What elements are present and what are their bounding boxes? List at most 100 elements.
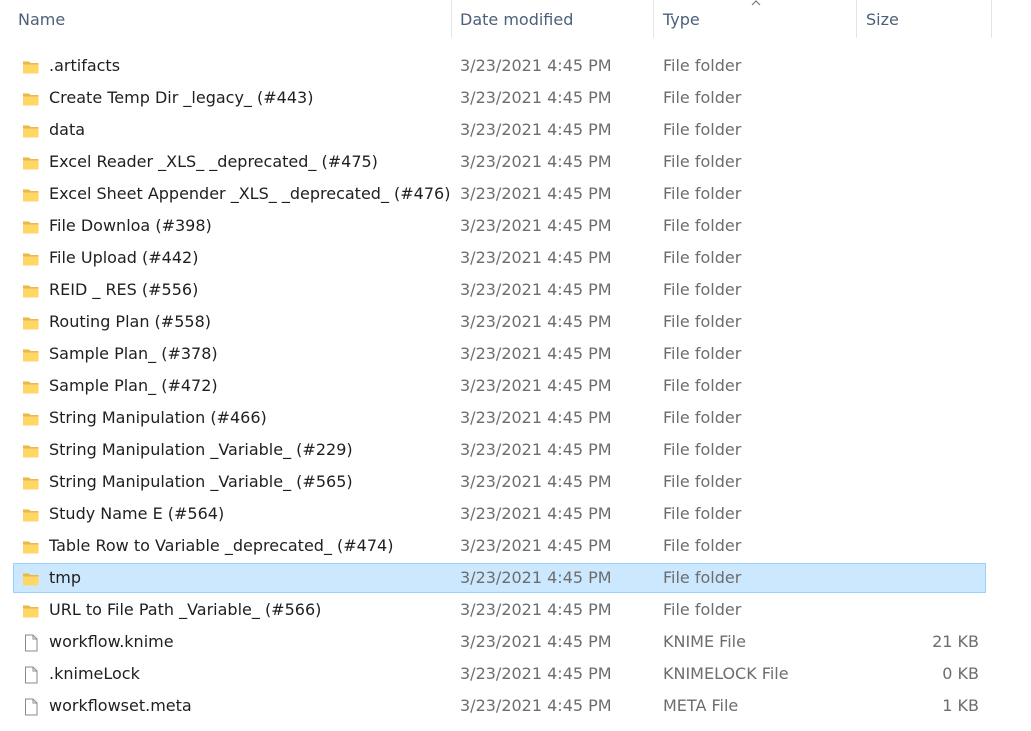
date-modified: 3/23/2021 4:45 PM [460,696,612,715]
file-name: Table Row to Variable _deprecated_ (#474… [49,536,394,555]
file-name: String Manipulation (#466) [49,408,267,427]
folder-row[interactable]: String Manipulation _Variable_ (#565) 3/2… [13,467,986,497]
folder-icon [22,186,40,204]
folder-row[interactable]: .artifacts 3/23/2021 4:45 PM File folder [13,51,986,81]
file-type: File folder [663,184,742,203]
file-name: Sample Plan_ (#378) [49,344,218,363]
folder-row[interactable]: REID _ RES (#556) 3/23/2021 4:45 PM File f… [13,275,986,305]
folder-icon [22,474,40,492]
column-divider[interactable] [856,0,857,38]
file-size: 1 KB [942,696,979,715]
folder-icon [22,154,40,172]
folder-row[interactable]: Excel Sheet Appender _XLS_ _deprecated_ … [13,179,986,209]
folder-icon [22,218,40,236]
file-type: File folder [663,408,742,427]
folder-row[interactable]: URL to File Path _Variable_ (#566) 3/23/2… [13,595,986,625]
file-name: Create Temp Dir _legacy_ (#443) [49,88,314,107]
date-modified: 3/23/2021 4:45 PM [460,632,612,651]
file-icon [22,634,40,652]
file-name: Sample Plan_ (#472) [49,376,218,395]
folder-icon [22,58,40,76]
folder-icon [22,250,40,268]
folder-icon [22,442,40,460]
column-header-date[interactable]: Date modified [452,0,653,38]
file-type: File folder [663,216,742,235]
folder-row[interactable]: Routing Plan (#558) 3/23/2021 4:45 PM File… [13,307,986,337]
folder-row[interactable]: Excel Reader _XLS_ _deprecated_ (#475) 3/… [13,147,986,177]
column-header: Name Date modified Type Size [0,0,992,38]
folder-row[interactable]: File Upload (#442) 3/23/2021 4:45 PM File … [13,243,986,273]
file-name: tmp [49,568,82,587]
date-modified: 3/23/2021 4:45 PM [460,152,612,171]
file-type: File folder [663,280,742,299]
folder-row[interactable]: data 3/23/2021 4:45 PM File folder [13,115,986,145]
file-type: File folder [663,248,742,267]
file-name: data [49,120,86,139]
date-modified: 3/23/2021 4:45 PM [460,184,612,203]
file-type: File folder [663,312,742,331]
date-modified: 3/23/2021 4:45 PM [460,216,612,235]
column-header-name[interactable]: Name [10,0,451,38]
file-name: .knimeLock [49,664,140,683]
date-modified: 3/23/2021 4:45 PM [460,408,612,427]
date-modified: 3/23/2021 4:45 PM [460,600,612,619]
folder-icon [22,282,40,300]
folder-icon [22,122,40,140]
date-modified: 3/23/2021 4:45 PM [460,344,612,363]
file-type: File folder [663,600,742,619]
file-size: 0 KB [942,664,979,683]
file-type: File folder [663,88,742,107]
date-modified: 3/23/2021 4:45 PM [460,472,612,491]
file-type: File folder [663,120,742,139]
folder-row[interactable]: Table Row to Variable _deprecated_ (#474… [13,531,986,561]
file-size: 21 KB [932,632,979,651]
folder-icon [22,378,40,396]
date-modified: 3/23/2021 4:45 PM [460,312,612,331]
date-modified: 3/23/2021 4:45 PM [460,280,612,299]
date-modified: 3/23/2021 4:45 PM [460,568,612,587]
column-header-size[interactable]: Size [858,0,991,38]
date-modified: 3/23/2021 4:45 PM [460,440,612,459]
file-row[interactable]: workflow.knime 3/23/2021 4:45 PM KNIME Fil… [13,627,986,657]
file-name: File Upload (#442) [49,248,199,267]
folder-row[interactable]: String Manipulation _Variable_ (#229) 3/2… [13,435,986,465]
file-type: File folder [663,472,742,491]
file-type: File folder [663,440,742,459]
date-modified: 3/23/2021 4:45 PM [460,504,612,523]
file-name: Routing Plan (#558) [49,312,211,331]
folder-row[interactable]: File Downloa (#398) 3/23/2021 4:45 PM File… [13,211,986,241]
file-name: String Manipulation _Variable_ (#565) [49,472,353,491]
file-type: File folder [663,152,742,171]
date-modified: 3/23/2021 4:45 PM [460,664,612,683]
file-type: File folder [663,536,742,555]
file-icon [22,666,40,684]
folder-row[interactable]: Sample Plan_ (#472) 3/23/2021 4:45 PM File… [13,371,986,401]
folder-icon [22,314,40,332]
file-icon [22,698,40,716]
folder-row[interactable]: Create Temp Dir _legacy_ (#443) 3/23/2021… [13,83,986,113]
folder-icon [22,602,40,620]
file-row[interactable]: .knimeLock 3/23/2021 4:45 PM KNIMELOCK Fil… [13,659,986,689]
folder-icon [22,538,40,556]
folder-icon [22,90,40,108]
file-type: File folder [663,344,742,363]
folder-row[interactable]: tmp 3/23/2021 4:45 PM File folder [13,563,986,593]
file-name: File Downloa (#398) [49,216,212,235]
file-name: String Manipulation _Variable_ (#229) [49,440,353,459]
file-name: workflow.knime [49,632,174,651]
file-name: .artifacts [49,56,121,75]
file-row[interactable]: workflowset.meta 3/23/2021 4:45 PM META Fi… [13,691,986,721]
file-name: workflowset.meta [49,696,192,715]
folder-row[interactable]: String Manipulation (#466) 3/23/2021 4:45… [13,403,986,433]
file-type: File folder [663,568,742,587]
date-modified: 3/23/2021 4:45 PM [460,536,612,555]
column-divider[interactable] [653,0,654,38]
file-type: File folder [663,56,742,75]
folder-row[interactable]: Study Name E (#564) 3/23/2021 4:45 PM File… [13,499,986,529]
chevron-up-icon [751,0,761,6]
file-type: File folder [663,376,742,395]
file-name: Excel Sheet Appender _XLS_ _deprecated_ … [49,184,451,203]
folder-icon [22,570,40,588]
folder-row[interactable]: Sample Plan_ (#378) 3/23/2021 4:45 PM File… [13,339,986,369]
column-divider[interactable] [991,0,992,38]
